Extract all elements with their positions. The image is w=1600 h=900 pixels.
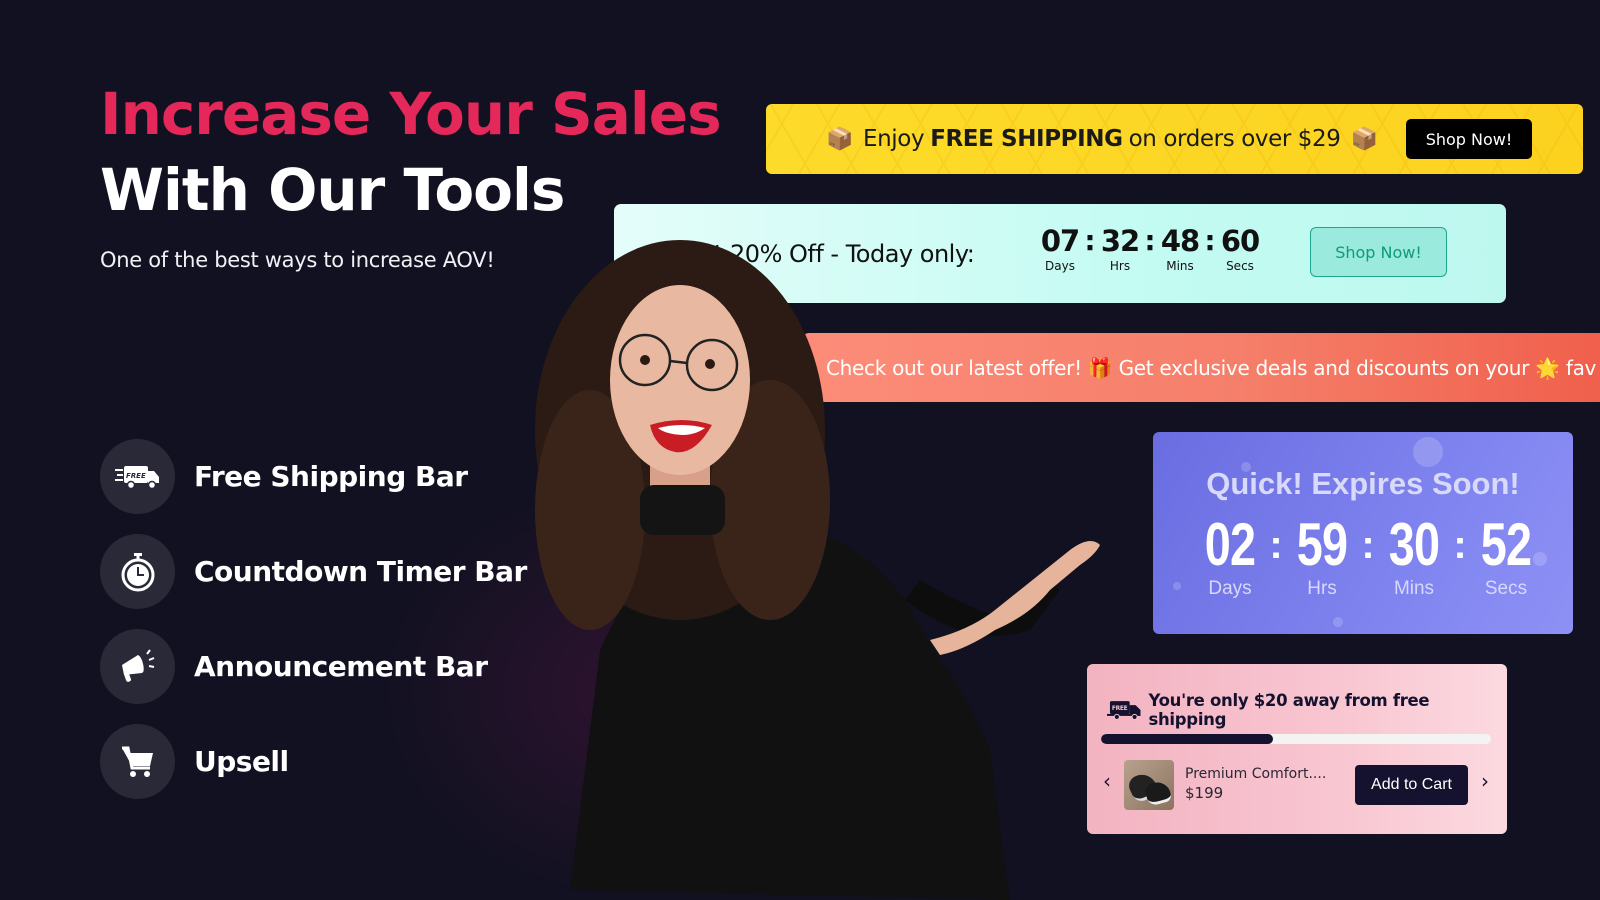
svg-text:FREE: FREE [1112, 706, 1128, 712]
expiry-title: Quick! Expires Soon! [1206, 466, 1520, 501]
product-thumbnail[interactable] [1124, 760, 1174, 810]
timer-seconds: 52 Secs [1471, 514, 1541, 600]
free-shipping-prefix: Enjoy [863, 126, 925, 152]
timer-days-label: Days [1208, 578, 1252, 599]
timer-separator: : [1204, 224, 1216, 257]
timer-seconds-value: 52 [1480, 511, 1532, 578]
decor-dot [1173, 582, 1181, 590]
add-to-cart-button[interactable]: Add to Cart [1355, 765, 1468, 805]
free-shipping-bar: 📦 Enjoy FREE SHIPPING on orders over $29… [766, 104, 1583, 174]
eye [640, 355, 650, 365]
package-boxes-icon: 📦 [826, 126, 853, 152]
woman-presenter-photo [535, 240, 1100, 900]
shop-now-button[interactable]: Shop Now! [1406, 119, 1532, 159]
timer-hours: 59 Hrs [1287, 514, 1357, 600]
hero-subtitle: One of the best ways to increase AOV! [100, 248, 495, 272]
free-shipping-bold: FREE SHIPPING [930, 126, 1123, 152]
expiry-countdown-card: Quick! Expires Soon! 02 Days : 59 Hrs : … [1153, 432, 1573, 634]
timer-days: 02 Days [1195, 514, 1265, 600]
feature-label: Free Shipping Bar [194, 460, 468, 493]
timer-minutes-value: 48 [1160, 224, 1200, 258]
free-shipping-suffix: on orders over $29 [1128, 126, 1341, 152]
timer-hours-label: Hrs [1307, 578, 1337, 599]
megaphone-icon [100, 629, 175, 704]
product-name[interactable]: Premium Comfort.... [1185, 766, 1326, 782]
upsell-message: You're only $20 away from free shipping [1148, 691, 1430, 729]
free-shipping-progress-bar [1101, 734, 1491, 744]
announcement-text-2: Get exclusive deals and discounts on you… [1118, 355, 1530, 380]
timer-separator: : [1453, 523, 1467, 567]
stopwatch-icon [100, 534, 175, 609]
hand [930, 541, 1100, 655]
timer-minutes: 48 Mins [1158, 224, 1202, 274]
product-price: $199 [1185, 784, 1224, 802]
upsell-header: FREE You're only $20 away from free ship… [1107, 691, 1507, 729]
timer-days-value: 02 [1204, 511, 1256, 578]
free-shipping-message: 📦 Enjoy FREE SHIPPING on orders over $29… [816, 104, 1388, 174]
carousel-prev-button[interactable]: ‹ [1099, 768, 1115, 794]
upsell-card: FREE You're only $20 away from free ship… [1087, 664, 1507, 834]
free-shipping-truck-icon: FREE [100, 439, 175, 514]
timer-seconds-label: Secs [1226, 259, 1254, 273]
hero-title-line1: Increase Your Sales [100, 80, 722, 148]
decor-dot [1333, 617, 1343, 627]
expiry-timer: 02 Days : 59 Hrs : 30 Mins : 52 Secs [1195, 514, 1541, 600]
timer-seconds: 60 Secs [1218, 224, 1262, 274]
timer-minutes-label: Mins [1166, 259, 1194, 273]
carousel-next-button[interactable]: › [1477, 768, 1493, 794]
turtleneck [640, 485, 725, 535]
announcement-text-3: fav [1565, 355, 1597, 380]
timer-separator: : [1361, 523, 1375, 567]
timer-separator: : [1269, 523, 1283, 567]
svg-text:FREE: FREE [126, 472, 146, 480]
timer-minutes-value: 30 [1388, 511, 1440, 578]
timer-minutes: 30 Mins [1379, 514, 1449, 600]
shop-now-button[interactable]: Shop Now! [1310, 227, 1447, 277]
package-boxes-icon: 📦 [1350, 126, 1378, 152]
feature-label: Upsell [194, 745, 289, 778]
eye [705, 359, 715, 369]
timer-seconds-label: Secs [1484, 578, 1528, 599]
timer-separator: : [1144, 224, 1156, 257]
decor-dot [1413, 437, 1443, 467]
sparkle-star-icon: 🌟 [1535, 355, 1560, 380]
timer-minutes-label: Mins [1393, 578, 1435, 599]
timer-hours-value: 59 [1296, 511, 1348, 578]
timer-seconds-value: 60 [1220, 224, 1260, 258]
progress-fill [1101, 734, 1273, 744]
cart-icon [100, 724, 175, 799]
free-shipping-truck-icon: FREE [1107, 701, 1141, 720]
feature-label: Announcement Bar [194, 650, 488, 683]
